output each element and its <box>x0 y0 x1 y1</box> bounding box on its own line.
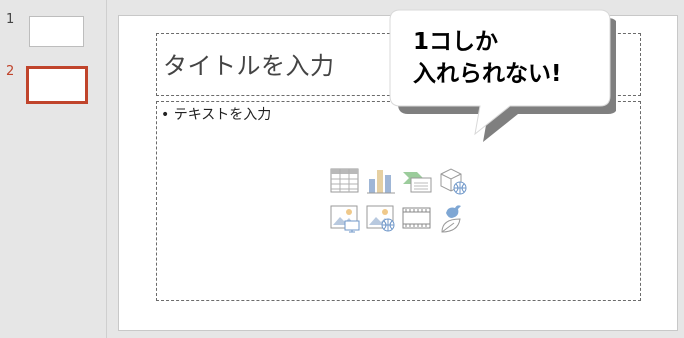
callout-line-2: 入れられない! <box>413 61 562 87</box>
insert-table-icon[interactable] <box>330 166 360 196</box>
callout-line-1: 1コしか <box>413 29 499 55</box>
insert-3d-model-icon[interactable] <box>438 166 468 196</box>
slide-thumbnail-pane: 1 2 <box>0 0 107 338</box>
slide-number-2: 2 <box>6 64 15 79</box>
insert-video-icon[interactable] <box>402 203 432 233</box>
title-placeholder-text: タイトルを入力 <box>163 52 335 80</box>
callout-text: 1コしか 入れられない! <box>413 26 562 90</box>
slide-thumbnail-2[interactable] <box>26 66 88 104</box>
content-insert-icons <box>330 166 470 236</box>
insert-smartart-icon[interactable] <box>402 166 432 196</box>
content-placeholder-text: • テキストを入力 <box>161 107 272 123</box>
insert-icon-icon[interactable] <box>438 203 468 233</box>
insert-online-picture-icon[interactable] <box>366 203 396 233</box>
insert-chart-icon[interactable] <box>366 166 396 196</box>
insert-picture-icon[interactable] <box>330 203 360 233</box>
slide-number-1: 1 <box>6 12 15 27</box>
slide-thumbnail-1[interactable] <box>29 16 84 47</box>
